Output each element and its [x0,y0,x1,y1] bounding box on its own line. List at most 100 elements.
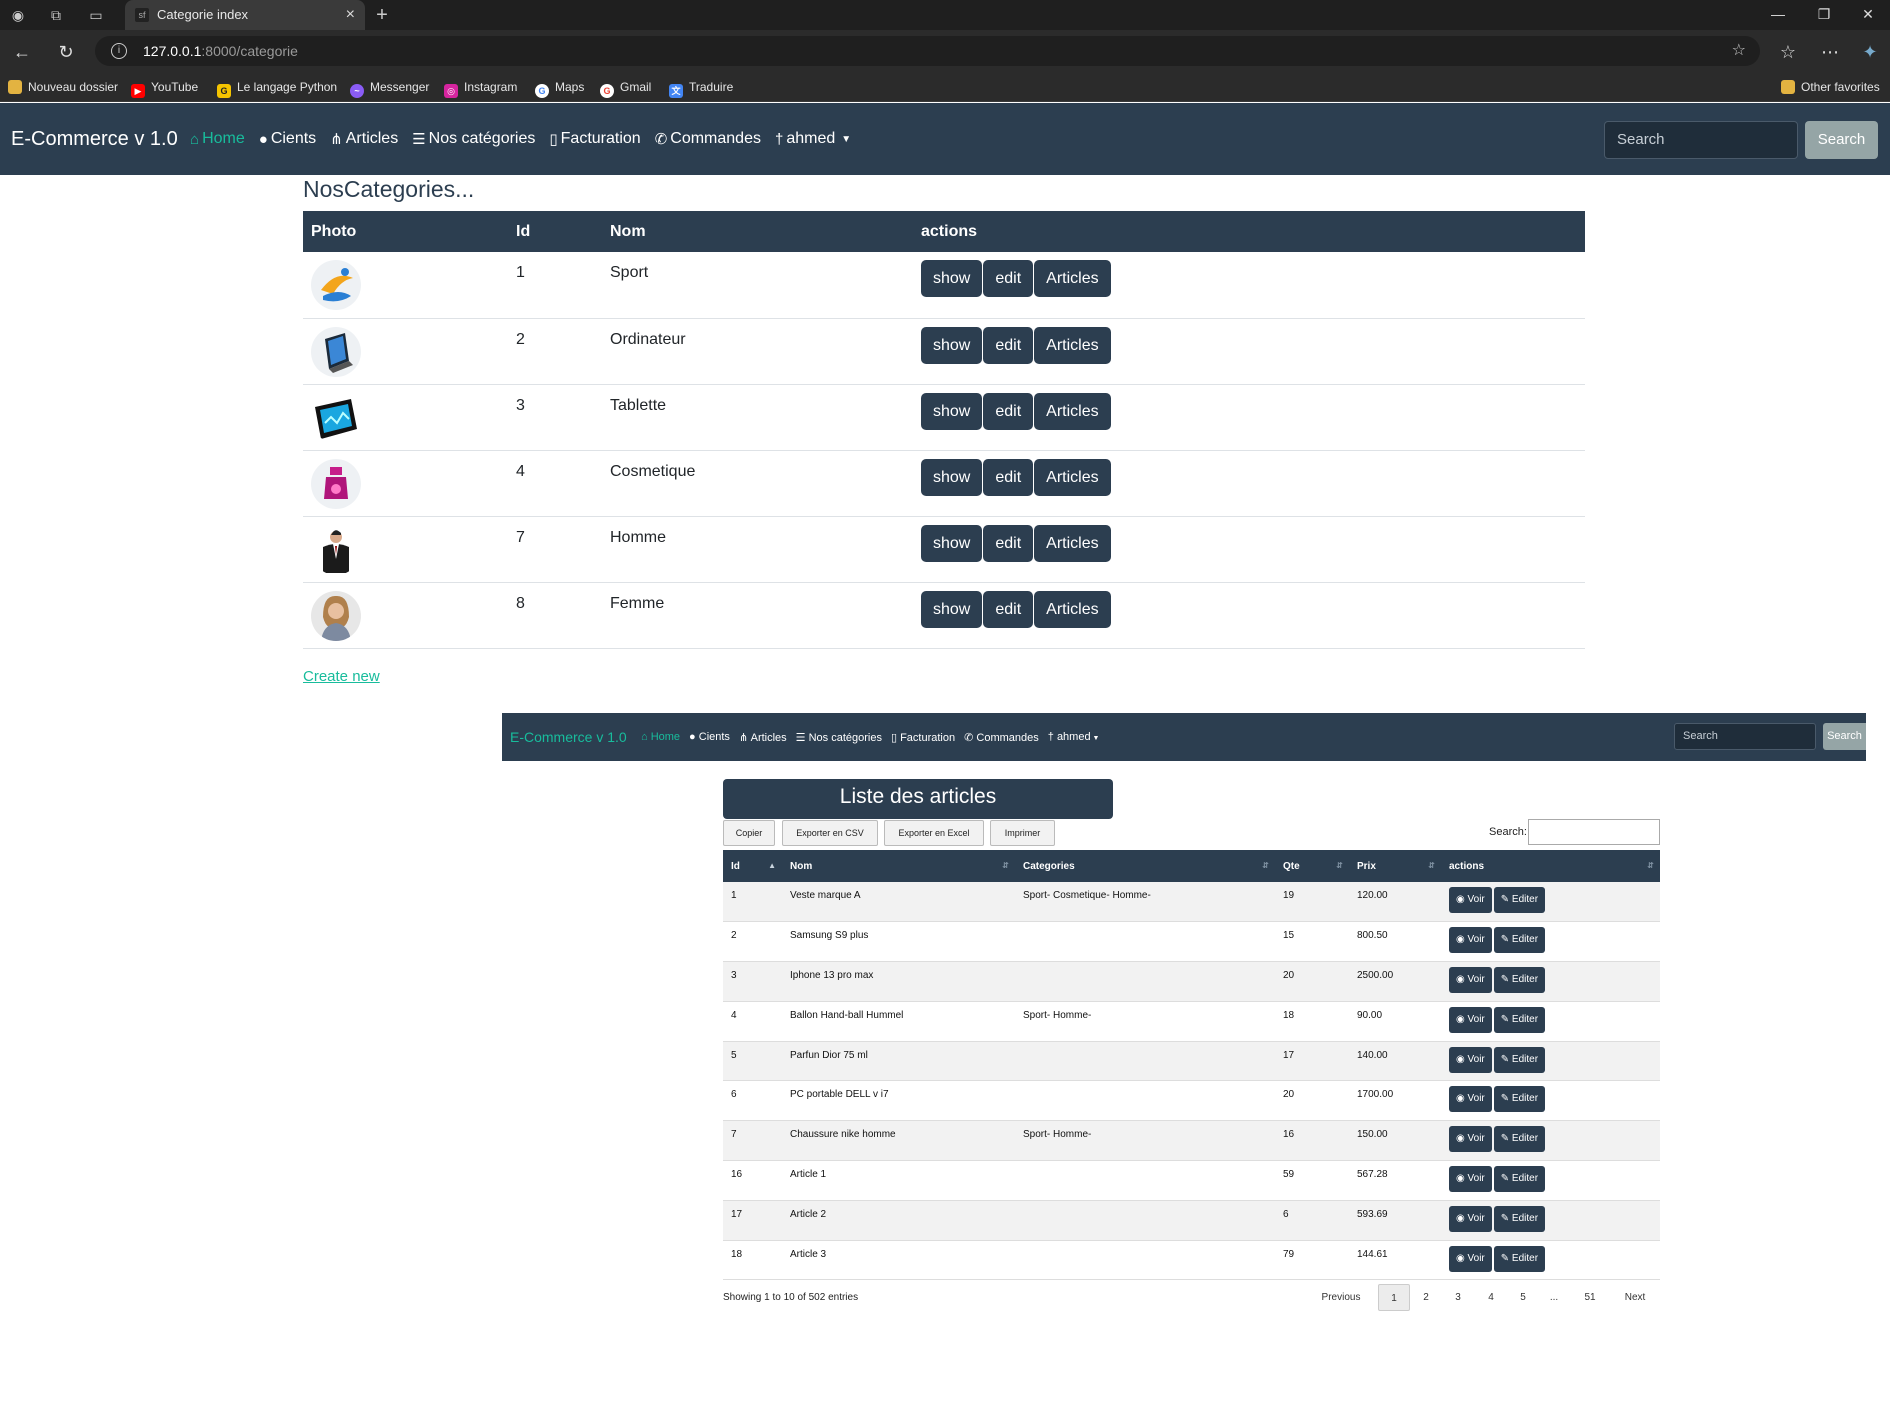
close-window-icon[interactable]: ✕ [1845,0,1890,30]
bookmark-folder[interactable]: Nouveau dossier [8,72,118,102]
close-tab-icon[interactable]: × [346,0,355,30]
editer-button[interactable]: ✎ Editer [1493,927,1546,954]
pagination-previous[interactable]: Previous [1312,1284,1370,1311]
nav-user-dropdown[interactable]: † ahmed ▼ [1048,731,1100,743]
favorites-icon[interactable]: ☆ [1776,40,1800,64]
brand[interactable]: E-Commerce v 1.0 [510,713,627,761]
show-button[interactable]: show [921,392,983,430]
more-menu-icon[interactable]: ⋯ [1818,40,1842,64]
minimize-icon[interactable]: — [1755,0,1801,30]
pagination-page-2[interactable]: 2 [1412,1284,1440,1311]
editer-button[interactable]: ✎ Editer [1493,1086,1546,1113]
nav-clients[interactable]: ● Cients [259,130,316,148]
pagination-page-51[interactable]: 51 [1575,1284,1605,1311]
bookmark-gmail[interactable]: G Gmail [600,72,651,102]
voir-button[interactable]: ◉ Voir [1449,1166,1492,1193]
voir-button[interactable]: ◉ Voir [1449,927,1492,954]
voir-button[interactable]: ◉ Voir [1449,1086,1492,1113]
editer-button[interactable]: ✎ Editer [1493,1205,1546,1232]
articles-button[interactable]: Articles [1034,260,1111,297]
voir-button[interactable]: ◉ Voir [1449,1245,1492,1272]
bookmark-other-favorites[interactable]: Other favorites [1781,72,1880,102]
nav-facturation[interactable]: ▯ Facturation [891,731,955,744]
articles-button[interactable]: Articles [1034,590,1111,628]
editer-button[interactable]: ✎ Editer [1493,887,1546,913]
col-id[interactable]: Id ▲ [723,850,782,882]
editer-button[interactable]: ✎ Editer [1493,967,1546,994]
col-actions[interactable]: actions ⇵ [1441,850,1660,882]
articles-button[interactable]: Articles [1034,326,1111,364]
voir-button[interactable]: ◉ Voir [1449,967,1492,994]
nav-home[interactable]: ⌂ Home [641,731,680,743]
show-button[interactable]: show [921,260,983,297]
pagination-page-4[interactable]: 4 [1477,1284,1505,1311]
edit-button[interactable]: edit [983,458,1034,496]
restore-icon[interactable]: ❐ [1801,0,1847,30]
favorite-star-icon[interactable]: ☆ [1732,36,1746,66]
site-info-icon[interactable]: i [111,43,127,59]
articles-button[interactable]: Articles [1034,392,1111,430]
nav-articles[interactable]: ⋔ Articles [739,731,787,744]
profile-icon[interactable]: ◉ [8,5,28,25]
col-qte[interactable]: Qte ⇵ [1275,850,1349,882]
search-button[interactable]: Search [1805,121,1878,159]
nav-clients[interactable]: ● Cients [689,731,730,743]
bookmark-messenger[interactable]: ~ Messenger [350,72,429,102]
show-button[interactable]: show [921,590,983,628]
editer-button[interactable]: ✎ Editer [1493,1126,1546,1153]
col-nom[interactable]: Nom ⇵ [782,850,1015,882]
nav-user-dropdown[interactable]: † ahmed ▼ [775,130,851,148]
search-input[interactable]: Search [1674,723,1816,750]
voir-button[interactable]: ◉ Voir [1449,1126,1492,1153]
copy-button[interactable]: Copier [723,820,775,846]
pagination-next[interactable]: Next [1614,1284,1656,1311]
articles-button[interactable]: Articles [1034,458,1111,496]
edit-button[interactable]: edit [983,392,1034,430]
refresh-icon[interactable]: ↻ [54,40,78,64]
copilot-icon[interactable]: ✦ [1858,40,1882,64]
bookmark-python[interactable]: G Le langage Python [217,72,337,102]
table-search-input[interactable] [1528,819,1660,845]
workspaces-icon[interactable]: ⧉ [46,5,66,25]
show-button[interactable]: show [921,458,983,496]
nav-commandes[interactable]: ✆ Commandes [655,130,761,148]
bookmark-maps[interactable]: G Maps [535,72,584,102]
show-button[interactable]: show [921,524,983,562]
editer-button[interactable]: ✎ Editer [1493,1046,1546,1073]
col-prix[interactable]: Prix ⇵ [1349,850,1441,882]
export-csv-button[interactable]: Exporter en CSV [782,820,878,846]
new-tab-icon[interactable]: + [372,5,392,25]
nav-articles[interactable]: ⋔ Articles [330,130,398,148]
url-field[interactable]: i 127.0.0.1:8000/categorie ☆ [95,36,1760,66]
export-excel-button[interactable]: Exporter en Excel [884,820,984,846]
pagination-page-3[interactable]: 3 [1444,1284,1472,1311]
pagination-page-1[interactable]: 1 [1378,1284,1410,1311]
voir-button[interactable]: ◉ Voir [1449,1046,1492,1073]
nav-facturation[interactable]: ▯ Facturation [549,130,640,148]
nav-commandes[interactable]: ✆ Commandes [964,731,1039,744]
bookmark-youtube[interactable]: ▶ YouTube [131,72,198,102]
back-icon[interactable]: ← [10,40,34,64]
nav-home[interactable]: ⌂ Home [190,130,245,148]
create-new-link[interactable]: Create new [303,668,380,685]
editer-button[interactable]: ✎ Editer [1493,1166,1546,1193]
tab-actions-icon[interactable]: ▭ [86,5,106,25]
edit-button[interactable]: edit [983,326,1034,364]
pagination-page-5[interactable]: 5 [1509,1284,1537,1311]
nav-categories[interactable]: ☰ Nos catégories [412,130,535,148]
voir-button[interactable]: ◉ Voir [1449,1205,1492,1232]
editer-button[interactable]: ✎ Editer [1493,1245,1546,1272]
bookmark-traduire[interactable]: 文 Traduire [669,72,733,102]
bookmark-instagram[interactable]: ◎ Instagram [444,72,517,102]
brand[interactable]: E-Commerce v 1.0 [11,103,178,175]
voir-button[interactable]: ◉ Voir [1449,887,1492,913]
show-button[interactable]: show [921,326,983,364]
search-button[interactable]: Search [1823,723,1866,750]
search-input[interactable]: Search [1604,121,1798,159]
edit-button[interactable]: edit [983,524,1034,562]
nav-categories[interactable]: ☰ Nos catégories [796,731,882,744]
articles-button[interactable]: Articles [1034,524,1111,562]
col-categories[interactable]: Categories ⇵ [1015,850,1275,882]
edit-button[interactable]: edit [983,260,1034,297]
editer-button[interactable]: ✎ Editer [1493,1006,1546,1033]
